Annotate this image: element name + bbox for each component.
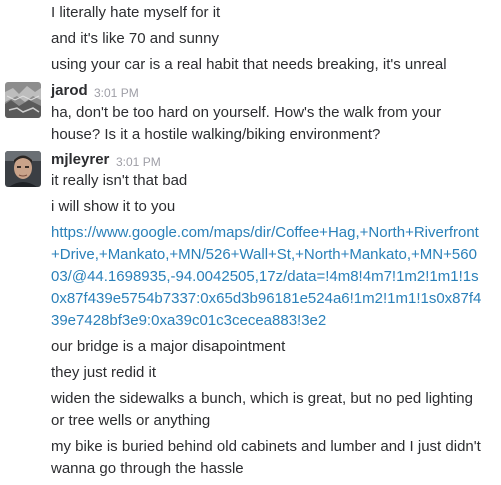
message-text: it really isn't that bad (51, 172, 188, 189)
message-link[interactable]: https://www.google.com/maps/dir/Coffee+H… (51, 222, 485, 332)
avatar-mjleyrer[interactable] (5, 151, 41, 187)
message-text: using your car is a real habit that need… (51, 56, 447, 73)
message-text: they just redid it (51, 364, 157, 381)
timestamp-mjleyrer[interactable]: 3:01 PM (116, 152, 161, 172)
author-name-mjleyrer[interactable]: mjleyrer (51, 150, 109, 170)
message-text: ha, don't be too hard on yourself. How's… (51, 104, 442, 143)
avatar-image-mjleyrer (5, 151, 41, 187)
avatar-jarod[interactable] (5, 82, 41, 118)
message-text: i will show it to you (51, 198, 176, 215)
message-text: our bridge is a major disapointment (51, 338, 286, 355)
avatar-image-jarod (5, 82, 41, 118)
message-text: my bike is buried behind old cabinets an… (51, 438, 481, 477)
message-text: widen the sidewalks a bunch, which is gr… (51, 390, 473, 429)
message-text: and it's like 70 and sunny (51, 30, 219, 47)
message-text: I literally hate myself for it (51, 4, 221, 21)
author-name-jarod[interactable]: jarod (51, 81, 88, 101)
timestamp-jarod[interactable]: 3:01 PM (94, 83, 139, 103)
